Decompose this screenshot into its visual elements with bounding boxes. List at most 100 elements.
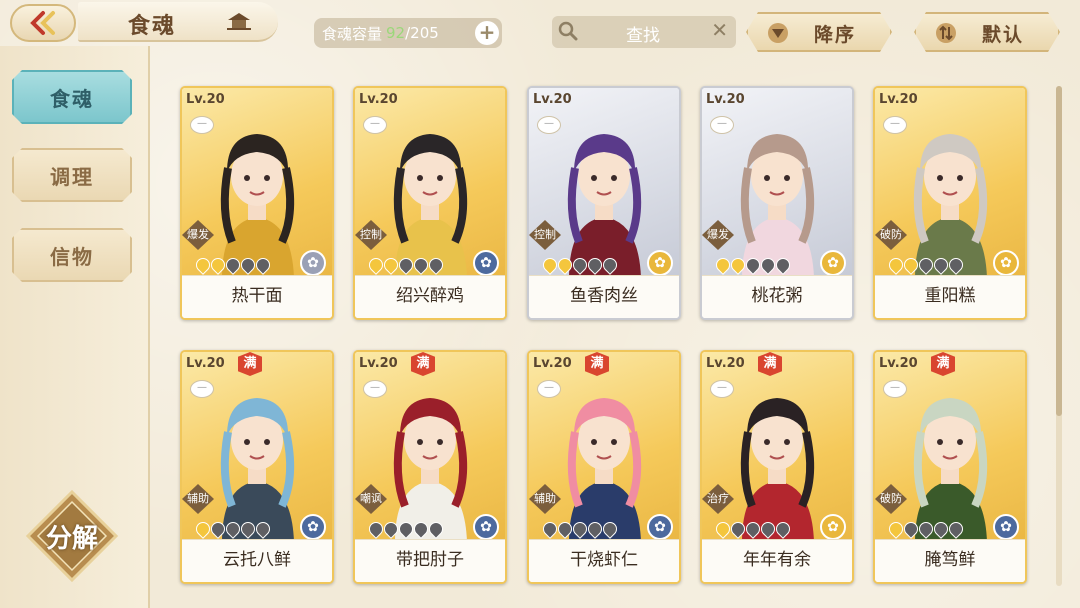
search-icon [558, 21, 578, 41]
sidebar-item-cooking[interactable]: 调理 [12, 148, 132, 202]
flower-element-icon: ✿ [993, 514, 1019, 540]
sort-descending-button[interactable]: 降序 [746, 12, 892, 52]
capacity-label: 食魂容量 [322, 24, 383, 43]
card-art: Lv.20 — 破防 ✿ [875, 88, 1025, 278]
card-art: Lv.20 满 — 辅助 ✿ [182, 352, 332, 542]
max-badge: 满 [931, 352, 955, 376]
flower-element-icon: ✿ [300, 250, 326, 276]
card-art: Lv.20 满 — 破防 ✿ [875, 352, 1025, 542]
expand-capacity-button[interactable]: + [475, 21, 499, 45]
card-name: 绍兴醉鸡 [355, 275, 505, 318]
star-leaf-icon [773, 255, 793, 275]
level-label: Lv.20 [359, 356, 398, 371]
card-name: 桃花粥 [702, 275, 852, 318]
level-label: Lv.20 [533, 356, 572, 371]
decompose-label: 分解 [45, 524, 98, 554]
lock-icon: — [190, 380, 214, 398]
flower-element-icon: ✿ [473, 514, 499, 540]
card-art: Lv.20 — 控制 ✿ [355, 88, 505, 278]
card-art: Lv.20 满 — 辅助 ✿ [529, 352, 679, 542]
card-name: 带把肘子 [355, 539, 505, 582]
back-arrow-icon [30, 11, 55, 35]
star-rating [713, 255, 793, 275]
lock-icon: — [883, 380, 907, 398]
card-name: 鱼香肉丝 [529, 275, 679, 318]
star-leaf-icon [253, 255, 273, 275]
food-soul-card[interactable]: Lv.20 满 — 嘲讽 ✿ 带把肘子 [353, 350, 507, 584]
default-label: 默认 [982, 24, 1025, 46]
sort-label: 降序 [814, 24, 857, 46]
lock-icon: — [363, 380, 387, 398]
card-art: Lv.20 — 爆发 ✿ [182, 88, 332, 278]
level-label: Lv.20 [706, 356, 745, 371]
scrollbar-thumb[interactable] [1056, 86, 1062, 416]
decompose-button[interactable]: 分解 [24, 488, 120, 584]
star-rating [713, 519, 793, 539]
flower-element-icon: ✿ [300, 514, 326, 540]
flower-element-icon: ✿ [993, 250, 1019, 276]
capacity-current: 92 [386, 24, 406, 42]
star-rating [193, 255, 273, 275]
food-soul-card[interactable]: Lv.20 — 控制 ✿ 鱼香肉丝 [527, 86, 681, 320]
star-leaf-icon [600, 255, 620, 275]
flower-element-icon: ✿ [820, 514, 846, 540]
star-leaf-icon [253, 519, 273, 539]
level-label: Lv.20 [359, 92, 398, 107]
star-leaf-icon [946, 519, 966, 539]
card-name: 年年有余 [702, 539, 852, 582]
food-soul-card[interactable]: Lv.20 — 爆发 ✿ 桃花粥 [700, 86, 854, 320]
max-badge: 满 [585, 352, 609, 376]
star-rating [886, 519, 966, 539]
card-name: 热干面 [182, 275, 332, 318]
level-label: Lv.20 [186, 356, 225, 371]
food-soul-card[interactable]: Lv.20 — 破防 ✿ 重阳糕 [873, 86, 1027, 320]
lock-icon: — [190, 116, 214, 134]
search-input[interactable]: 查找 ✕ [552, 16, 736, 48]
level-label: Lv.20 [706, 92, 745, 107]
star-rating [366, 519, 446, 539]
clear-search-icon[interactable]: ✕ [711, 18, 728, 42]
food-soul-card[interactable]: Lv.20 满 — 治疗 ✿ 年年有余 [700, 350, 854, 584]
food-soul-card[interactable]: Lv.20 满 — 破防 ✿ 腌笃鲜 [873, 350, 1027, 584]
food-soul-card[interactable]: Lv.20 满 — 辅助 ✿ 云托八鲜 [180, 350, 334, 584]
star-leaf-icon [946, 255, 966, 275]
flower-element-icon: ✿ [647, 514, 673, 540]
level-label: Lv.20 [879, 356, 918, 371]
default-sort-button[interactable]: 默认 [914, 12, 1060, 52]
food-soul-card[interactable]: Lv.20 — 爆发 ✿ 热干面 [180, 86, 334, 320]
star-leaf-icon [426, 255, 446, 275]
card-name: 云托八鲜 [182, 539, 332, 582]
card-art: Lv.20 满 — 治疗 ✿ [702, 352, 852, 542]
lock-icon: — [537, 116, 561, 134]
top-bar: 食魂 食魂容量 92 /205 + 查找 ✕ 降序 默认 [0, 0, 1080, 56]
card-art: Lv.20 — 爆发 ✿ [702, 88, 852, 278]
capacity-display: 食魂容量 92 /205 + [314, 18, 502, 48]
card-art: Lv.20 满 — 嘲讽 ✿ [355, 352, 505, 542]
card-name: 干烧虾仁 [529, 539, 679, 582]
sidebar-item-soul[interactable]: 食魂 [12, 70, 132, 124]
flower-element-icon: ✿ [647, 250, 673, 276]
max-badge: 满 [758, 352, 782, 376]
star-rating [193, 519, 273, 539]
lock-icon: — [537, 380, 561, 398]
lock-icon: — [710, 380, 734, 398]
food-soul-card[interactable]: Lv.20 — 控制 ✿ 绍兴醉鸡 [353, 86, 507, 320]
food-soul-grid: Lv.20 — 爆发 ✿ 热干面 Lv.20 — 控制 ✿ 绍兴醉鸡 Lv.20… [180, 86, 1040, 586]
flower-element-icon: ✿ [820, 250, 846, 276]
sort-arrows-icon [934, 22, 958, 44]
lock-icon: — [363, 116, 387, 134]
search-placeholder: 查找 [626, 26, 660, 46]
lock-icon: — [883, 116, 907, 134]
star-rating [540, 255, 620, 275]
pagoda-icon [227, 13, 251, 30]
max-badge: 满 [411, 352, 435, 376]
food-soul-card[interactable]: Lv.20 满 — 辅助 ✿ 干烧虾仁 [527, 350, 681, 584]
scrollbar[interactable] [1056, 86, 1062, 586]
card-art: Lv.20 — 控制 ✿ [529, 88, 679, 278]
star-leaf-icon [600, 519, 620, 539]
card-name: 重阳糕 [875, 275, 1025, 318]
back-button[interactable] [10, 4, 76, 42]
flower-element-icon: ✿ [473, 250, 499, 276]
sidebar-item-token[interactable]: 信物 [12, 228, 132, 282]
level-label: Lv.20 [879, 92, 918, 107]
